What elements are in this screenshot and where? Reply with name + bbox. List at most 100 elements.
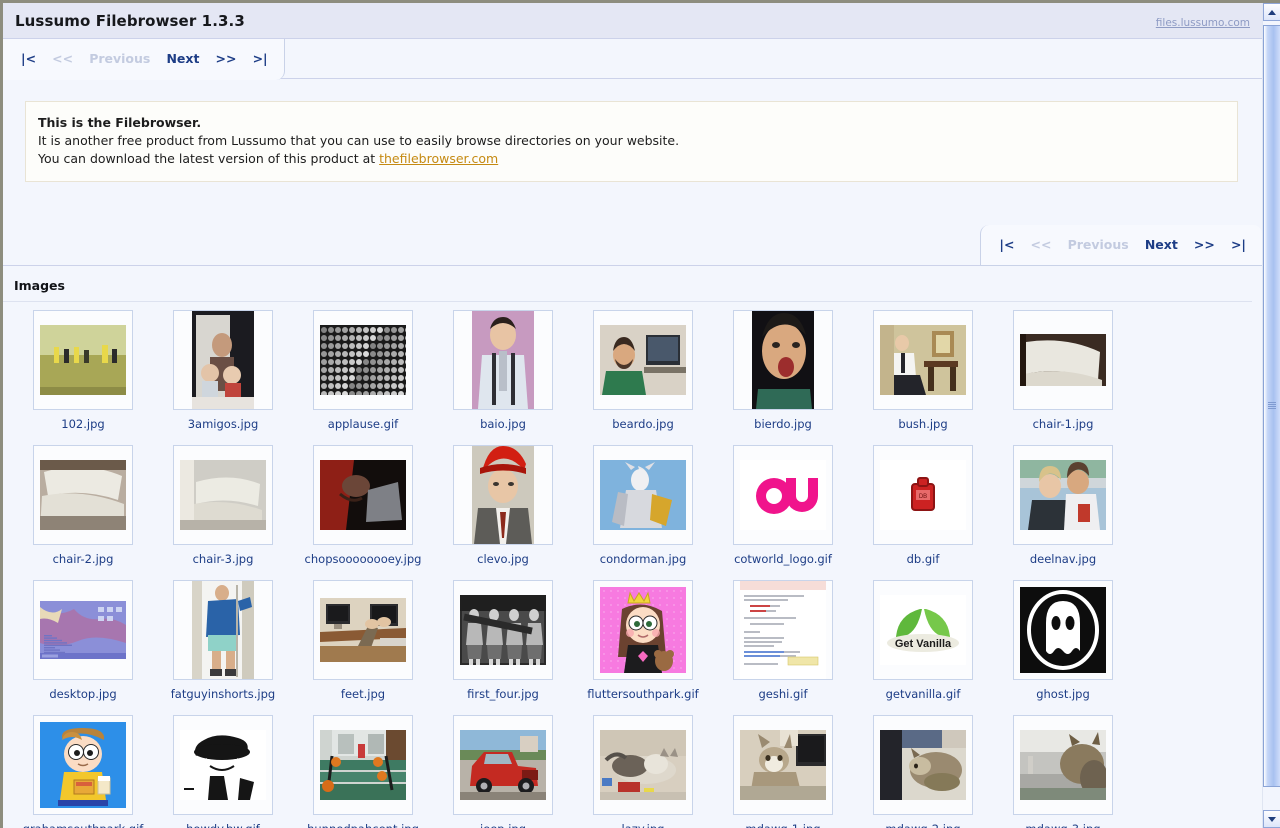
scroll-up-arrow-icon[interactable] bbox=[1263, 3, 1280, 21]
pager-first-button-2[interactable]: |< bbox=[999, 237, 1014, 252]
thumbnail-cell[interactable]: mdawg-2.jpg bbox=[853, 715, 993, 828]
thumbnail-cell[interactable]: howdy.bw.gif bbox=[153, 715, 293, 828]
thumbnail-filename[interactable]: 3amigos.jpg bbox=[188, 417, 259, 431]
thumbnail-filename[interactable]: howdy.bw.gif bbox=[186, 822, 260, 828]
thumbnail-image[interactable] bbox=[453, 580, 553, 680]
thumbnail-image[interactable] bbox=[733, 310, 833, 410]
thumbnail-image[interactable] bbox=[1013, 715, 1113, 815]
thumbnail-cell[interactable]: ghost.jpg bbox=[993, 580, 1133, 701]
thumbnail-image[interactable] bbox=[33, 445, 133, 545]
thumbnail-filename[interactable]: lazy.jpg bbox=[622, 822, 665, 828]
thumbnail-filename[interactable]: cotworld_logo.gif bbox=[734, 552, 832, 566]
thumbnail-image[interactable] bbox=[173, 445, 273, 545]
thumbnail-image[interactable] bbox=[593, 715, 693, 815]
thumbnail-cell[interactable]: lazy.jpg bbox=[573, 715, 713, 828]
thumbnail-image[interactable]: DB bbox=[873, 445, 973, 545]
thumbnail-filename[interactable]: deelnav.jpg bbox=[1030, 552, 1096, 566]
thumbnail-image[interactable] bbox=[593, 310, 693, 410]
thumbnail-cell[interactable]: jeep.jpg bbox=[433, 715, 573, 828]
thumbnail-cell[interactable]: DB db.gif bbox=[853, 445, 993, 566]
thumbnail-cell[interactable]: baio.jpg bbox=[433, 310, 573, 431]
pager-next-button[interactable]: Next bbox=[166, 51, 199, 66]
thumbnail-cell[interactable]: grahamsouthpark.gif bbox=[13, 715, 153, 828]
thumbnail-cell[interactable]: deelnav.jpg bbox=[993, 445, 1133, 566]
thumbnail-cell[interactable]: chair-3.jpg bbox=[153, 445, 293, 566]
thumbnail-image[interactable] bbox=[593, 580, 693, 680]
thumbnail-cell[interactable]: bush.jpg bbox=[853, 310, 993, 431]
thumbnail-filename[interactable]: chopsoooooooey.jpg bbox=[305, 552, 422, 566]
thumbnail-image[interactable] bbox=[733, 580, 833, 680]
thumbnail-image[interactable] bbox=[313, 715, 413, 815]
thumbnail-cell[interactable]: hunnedpahcent.jpg bbox=[293, 715, 433, 828]
vertical-scrollbar[interactable] bbox=[1262, 3, 1280, 828]
thumbnail-filename[interactable]: clevo.jpg bbox=[477, 552, 529, 566]
thumbnail-image[interactable] bbox=[173, 310, 273, 410]
thumbnail-filename[interactable]: jeep.jpg bbox=[480, 822, 526, 828]
thumbnail-filename[interactable]: mdawg-2.jpg bbox=[885, 822, 960, 828]
thumbnail-image[interactable] bbox=[873, 715, 973, 815]
thumbnail-image[interactable] bbox=[313, 580, 413, 680]
thumbnail-cell[interactable]: applause.gif bbox=[293, 310, 433, 431]
thumbnail-filename[interactable]: feet.jpg bbox=[341, 687, 385, 701]
thumbnail-cell[interactable]: 102.jpg bbox=[13, 310, 153, 431]
thumbnail-filename[interactable]: bierdo.jpg bbox=[754, 417, 812, 431]
thumbnail-filename[interactable]: db.gif bbox=[907, 552, 940, 566]
thumbnail-image[interactable] bbox=[733, 445, 833, 545]
pager-last-button-2[interactable]: >| bbox=[1231, 237, 1246, 252]
thumbnail-cell[interactable]: 3amigos.jpg bbox=[153, 310, 293, 431]
thumbnail-cell[interactable]: chair-1.jpg bbox=[993, 310, 1133, 431]
thumbnail-cell[interactable]: mdawg-3.jpg bbox=[993, 715, 1133, 828]
thumbnail-filename[interactable]: chair-2.jpg bbox=[53, 552, 114, 566]
site-home-link[interactable]: files.lussumo.com bbox=[1156, 17, 1250, 29]
thumbnail-filename[interactable]: getvanilla.gif bbox=[886, 687, 961, 701]
thumbnail-filename[interactable]: condorman.jpg bbox=[600, 552, 687, 566]
thumbnail-image[interactable] bbox=[1013, 310, 1113, 410]
thumbnail-image[interactable]: Get Vanilla bbox=[873, 580, 973, 680]
thumbnail-image[interactable] bbox=[33, 715, 133, 815]
thumbnail-filename[interactable]: geshi.gif bbox=[758, 687, 807, 701]
pager-last-button[interactable]: >| bbox=[253, 51, 268, 66]
thumbnail-image[interactable] bbox=[453, 310, 553, 410]
thumbnail-cell[interactable]: geshi.gif bbox=[713, 580, 853, 701]
thumbnail-cell[interactable]: beardo.jpg bbox=[573, 310, 713, 431]
thumbnail-image[interactable] bbox=[173, 580, 273, 680]
thumbnail-image[interactable] bbox=[1013, 445, 1113, 545]
thumbnail-cell[interactable]: chair-2.jpg bbox=[13, 445, 153, 566]
thumbnail-filename[interactable]: applause.gif bbox=[328, 417, 398, 431]
thumbnail-filename[interactable]: chair-1.jpg bbox=[1033, 417, 1094, 431]
thumbnail-filename[interactable]: ghost.jpg bbox=[1036, 687, 1090, 701]
thumbnail-filename[interactable]: bush.jpg bbox=[898, 417, 947, 431]
thumbnail-filename[interactable]: hunnedpahcent.jpg bbox=[307, 822, 419, 828]
filebrowser-site-link[interactable]: thefilebrowser.com bbox=[379, 151, 498, 166]
pager-next-button-2[interactable]: Next bbox=[1145, 237, 1178, 252]
thumbnail-cell[interactable]: chopsoooooooey.jpg bbox=[293, 445, 433, 566]
thumbnail-image[interactable] bbox=[733, 715, 833, 815]
thumbnail-image[interactable] bbox=[33, 310, 133, 410]
thumbnail-image[interactable] bbox=[1013, 580, 1113, 680]
thumbnail-cell[interactable]: feet.jpg bbox=[293, 580, 433, 701]
thumbnail-cell[interactable]: bierdo.jpg bbox=[713, 310, 853, 431]
thumbnail-cell[interactable]: desktop.jpg bbox=[13, 580, 153, 701]
thumbnail-filename[interactable]: baio.jpg bbox=[480, 417, 526, 431]
thumbnail-image[interactable] bbox=[313, 445, 413, 545]
thumbnail-filename[interactable]: fatguyinshorts.jpg bbox=[171, 687, 275, 701]
thumbnail-cell[interactable]: cotworld_logo.gif bbox=[713, 445, 853, 566]
thumbnail-filename[interactable]: first_four.jpg bbox=[467, 687, 539, 701]
pager-next-fast-button-2[interactable]: >> bbox=[1194, 237, 1215, 252]
thumbnail-image[interactable] bbox=[33, 580, 133, 680]
thumbnail-cell[interactable]: condorman.jpg bbox=[573, 445, 713, 566]
scrollbar-thumb[interactable] bbox=[1263, 25, 1280, 787]
thumbnail-cell[interactable]: clevo.jpg bbox=[433, 445, 573, 566]
thumbnail-image[interactable] bbox=[453, 715, 553, 815]
thumbnail-filename[interactable]: desktop.jpg bbox=[49, 687, 116, 701]
thumbnail-image[interactable] bbox=[173, 715, 273, 815]
pager-first-button[interactable]: |< bbox=[21, 51, 36, 66]
thumbnail-filename[interactable]: 102.jpg bbox=[61, 417, 104, 431]
thumbnail-image[interactable] bbox=[593, 445, 693, 545]
thumbnail-filename[interactable]: fluttersouthpark.gif bbox=[587, 687, 698, 701]
thumbnail-image[interactable] bbox=[453, 445, 553, 545]
thumbnail-filename[interactable]: mdawg-1.jpg bbox=[745, 822, 820, 828]
thumbnail-filename[interactable]: grahamsouthpark.gif bbox=[23, 822, 144, 828]
thumbnail-filename[interactable]: beardo.jpg bbox=[612, 417, 674, 431]
thumbnail-image[interactable] bbox=[313, 310, 413, 410]
